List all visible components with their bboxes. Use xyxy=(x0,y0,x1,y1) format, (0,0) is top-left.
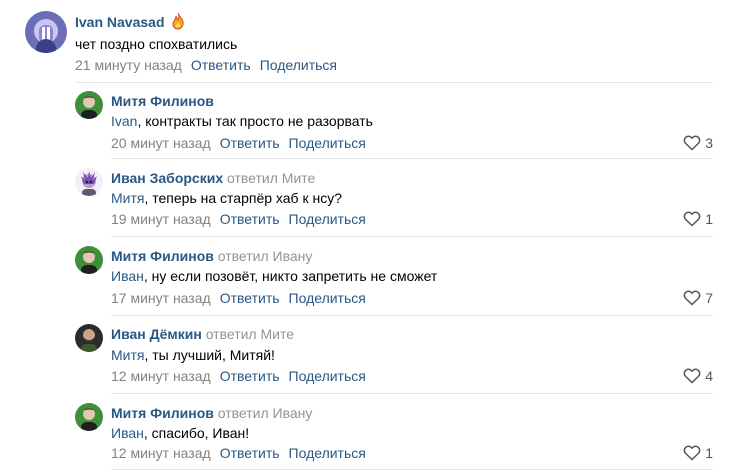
reply-meta: 17 минут назад Ответить Поделиться xyxy=(111,290,366,306)
share-button[interactable]: Поделиться xyxy=(289,368,366,384)
reply-meta: 12 минут назад Ответить Поделиться xyxy=(111,368,366,384)
mention-link[interactable]: Иван xyxy=(111,268,144,284)
divider xyxy=(75,82,713,83)
author-name[interactable]: Митя Филинов xyxy=(111,93,214,109)
like-button[interactable]: 4 xyxy=(683,368,713,384)
mention-link[interactable]: Иван xyxy=(111,425,144,441)
timestamp: 21 минуту назад xyxy=(75,57,182,73)
heart-outline-icon xyxy=(683,211,701,227)
timestamp: 20 минут назад xyxy=(111,135,211,151)
reply-button[interactable]: Ответить xyxy=(191,57,251,73)
avatar[interactable] xyxy=(25,11,67,53)
timestamp: 19 минут назад xyxy=(111,211,211,227)
heart-outline-icon xyxy=(683,445,701,461)
reply-button[interactable]: Ответить xyxy=(220,211,280,227)
like-button[interactable]: 7 xyxy=(683,290,713,306)
like-count: 7 xyxy=(705,290,713,306)
reply-text: Митя, теперь на старпёр хаб к нсу? xyxy=(111,190,342,206)
like-count: 3 xyxy=(705,135,713,151)
comment-text: чет поздно спохватились xyxy=(75,36,238,52)
divider xyxy=(111,393,713,394)
divider xyxy=(111,469,713,470)
timestamp: 12 минут назад xyxy=(111,445,211,461)
reply-text: Митя, ты лучший, Митяй! xyxy=(111,347,275,363)
reply-button[interactable]: Ответить xyxy=(220,135,280,151)
fire-icon xyxy=(170,12,186,35)
reply-button[interactable]: Ответить xyxy=(220,290,280,306)
like-count: 1 xyxy=(705,211,713,227)
reply-button[interactable]: Ответить xyxy=(220,368,280,384)
author-name[interactable]: Иван Заборских ответил Мите xyxy=(111,170,315,186)
avatar[interactable] xyxy=(75,246,103,274)
like-count: 4 xyxy=(705,368,713,384)
mention-link[interactable]: Митя xyxy=(111,190,144,206)
comment-meta: 21 минуту назад Ответить Поделиться xyxy=(75,57,337,73)
author-name[interactable]: Ivan Navasad xyxy=(75,14,165,30)
like-button[interactable]: 1 xyxy=(683,445,713,461)
share-button[interactable]: Поделиться xyxy=(289,211,366,227)
like-button[interactable]: 1 xyxy=(683,211,713,227)
reply-to-label: ответил Ивану xyxy=(217,405,313,421)
avatar[interactable] xyxy=(75,324,103,352)
timestamp: 17 минут назад xyxy=(111,290,211,306)
reply-text: Иван, спасибо, Иван! xyxy=(111,425,250,441)
reply-meta: 19 минут назад Ответить Поделиться xyxy=(111,211,366,227)
heart-outline-icon xyxy=(683,135,701,151)
reply-to-label: ответил Мите xyxy=(205,326,295,342)
heart-outline-icon xyxy=(683,368,701,384)
author-name[interactable]: Иван Дёмкин ответил Мите xyxy=(111,326,294,342)
like-count: 1 xyxy=(705,445,713,461)
heart-outline-icon xyxy=(683,290,701,306)
author-name[interactable]: Митя Филинов ответил Ивану xyxy=(111,405,312,421)
mention-link[interactable]: Митя xyxy=(111,347,144,363)
share-button[interactable]: Поделиться xyxy=(260,57,337,73)
timestamp: 12 минут назад xyxy=(111,368,211,384)
avatar[interactable] xyxy=(75,91,103,119)
share-button[interactable]: Поделиться xyxy=(289,445,366,461)
divider xyxy=(111,158,713,159)
reply-meta: 20 минут назад Ответить Поделиться xyxy=(111,135,366,151)
divider xyxy=(111,315,713,316)
reply-text: Иван, ну если позовёт, никто запретить н… xyxy=(111,268,438,284)
reply-meta: 12 минут назад Ответить Поделиться xyxy=(111,445,366,461)
reply-to-label: ответил Мите xyxy=(227,170,316,186)
avatar[interactable] xyxy=(75,168,103,196)
reply-button[interactable]: Ответить xyxy=(220,445,280,461)
reply-text: Ivan, контракты так просто не разорвать xyxy=(111,113,373,129)
like-button[interactable]: 3 xyxy=(683,135,713,151)
avatar[interactable] xyxy=(75,403,103,431)
share-button[interactable]: Поделиться xyxy=(289,135,366,151)
divider xyxy=(111,236,713,237)
share-button[interactable]: Поделиться xyxy=(289,290,366,306)
mention-link[interactable]: Ivan xyxy=(111,113,137,129)
author-name[interactable]: Митя Филинов ответил Ивану xyxy=(111,248,312,264)
reply-to-label: ответил Ивану xyxy=(217,248,313,264)
